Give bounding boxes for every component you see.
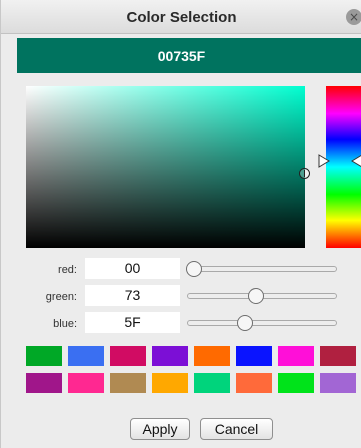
red-slider[interactable] bbox=[186, 261, 337, 277]
color-swatch[interactable] bbox=[278, 373, 314, 393]
color-swatch[interactable] bbox=[152, 373, 188, 393]
color-swatch[interactable] bbox=[110, 373, 146, 393]
color-swatch[interactable] bbox=[68, 346, 104, 366]
color-swatch[interactable] bbox=[236, 346, 272, 366]
window-title: Color Selection bbox=[126, 9, 237, 26]
close-icon[interactable]: × bbox=[346, 9, 361, 25]
color-swatch[interactable] bbox=[236, 373, 272, 393]
color-swatch[interactable] bbox=[110, 346, 146, 366]
color-swatch[interactable] bbox=[26, 373, 62, 393]
cancel-button[interactable]: Cancel bbox=[200, 418, 273, 440]
blue-slider-knob[interactable] bbox=[237, 315, 254, 331]
hex-value: 00735F bbox=[157, 48, 206, 64]
title-bar[interactable]: Color Selection × bbox=[1, 0, 361, 34]
color-swatch[interactable] bbox=[278, 346, 314, 366]
color-swatch[interactable] bbox=[320, 346, 356, 366]
hue-pointer-right-icon[interactable] bbox=[318, 154, 330, 168]
blue-field[interactable]: 5F bbox=[85, 312, 180, 333]
picker-cursor[interactable] bbox=[299, 168, 310, 179]
color-swatch[interactable] bbox=[320, 373, 356, 393]
color-swatch[interactable] bbox=[194, 346, 230, 366]
apply-button[interactable]: Apply bbox=[130, 418, 190, 440]
color-swatch[interactable] bbox=[68, 373, 104, 393]
green-label: green: bbox=[45, 291, 77, 303]
blue-slider[interactable] bbox=[187, 315, 337, 331]
green-field[interactable]: 73 bbox=[85, 285, 180, 306]
color-swatch[interactable] bbox=[194, 373, 230, 393]
saturation-value-picker[interactable] bbox=[26, 86, 305, 248]
hue-pointer-left-icon[interactable] bbox=[351, 154, 361, 168]
red-field[interactable]: 00 bbox=[85, 258, 180, 279]
red-slider-knob[interactable] bbox=[186, 261, 202, 277]
green-slider[interactable] bbox=[187, 288, 337, 304]
green-slider-knob[interactable] bbox=[248, 288, 265, 304]
color-preview: 00735F bbox=[17, 38, 361, 73]
color-selection-dialog: Color Selection × 00735F red: 00 green: … bbox=[0, 0, 361, 448]
blue-label: blue: bbox=[53, 318, 77, 330]
color-swatch[interactable] bbox=[152, 346, 188, 366]
color-swatch[interactable] bbox=[26, 346, 62, 366]
red-label: red: bbox=[58, 264, 77, 276]
